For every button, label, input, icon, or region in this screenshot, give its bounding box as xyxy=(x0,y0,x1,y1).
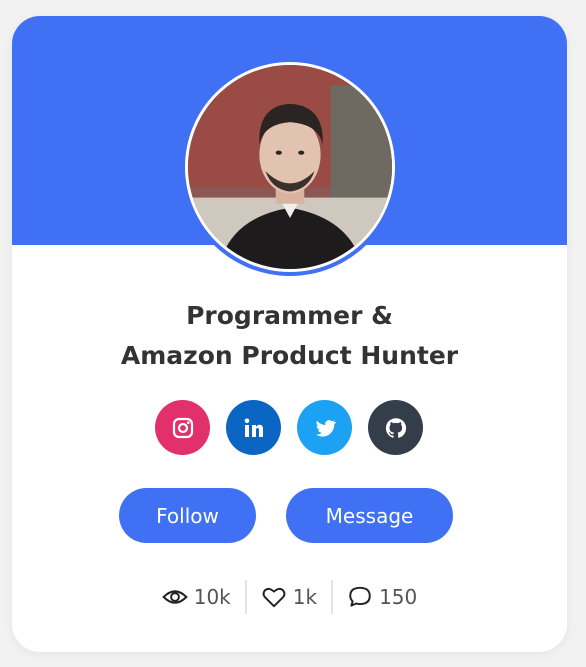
title-line-2: Amazon Product Hunter xyxy=(120,341,459,370)
social-links xyxy=(155,400,423,455)
profile-card: Programmer & Amazon Product Hunter Follo… xyxy=(12,16,567,652)
likes-stat: 1k xyxy=(247,584,331,610)
linkedin-icon xyxy=(244,418,263,437)
follow-button[interactable]: Follow xyxy=(119,488,256,543)
comments-stat: 150 xyxy=(333,584,431,610)
instagram-icon xyxy=(172,417,193,438)
views-stat: 10k xyxy=(148,584,245,610)
github-link[interactable] xyxy=(368,400,423,455)
avatar-photo xyxy=(188,65,392,269)
instagram-link[interactable] xyxy=(155,400,210,455)
views-count: 10k xyxy=(193,585,231,609)
stats-row: 10k 1k 150 xyxy=(12,580,567,614)
comments-count: 150 xyxy=(379,585,418,609)
heart-icon xyxy=(262,587,286,608)
message-button[interactable]: Message xyxy=(286,488,453,543)
comment-icon xyxy=(349,586,371,607)
avatar xyxy=(188,65,392,269)
twitter-link[interactable] xyxy=(297,400,352,455)
linkedin-link[interactable] xyxy=(226,400,281,455)
twitter-icon xyxy=(315,419,336,436)
title-line-1: Programmer & xyxy=(186,301,393,330)
profile-title: Programmer & Amazon Product Hunter xyxy=(12,296,567,376)
eye-icon xyxy=(161,590,188,604)
github-icon xyxy=(385,417,406,438)
likes-count: 1k xyxy=(292,585,318,609)
action-buttons: Follow Message xyxy=(12,488,567,543)
avatar-frame xyxy=(181,58,399,276)
